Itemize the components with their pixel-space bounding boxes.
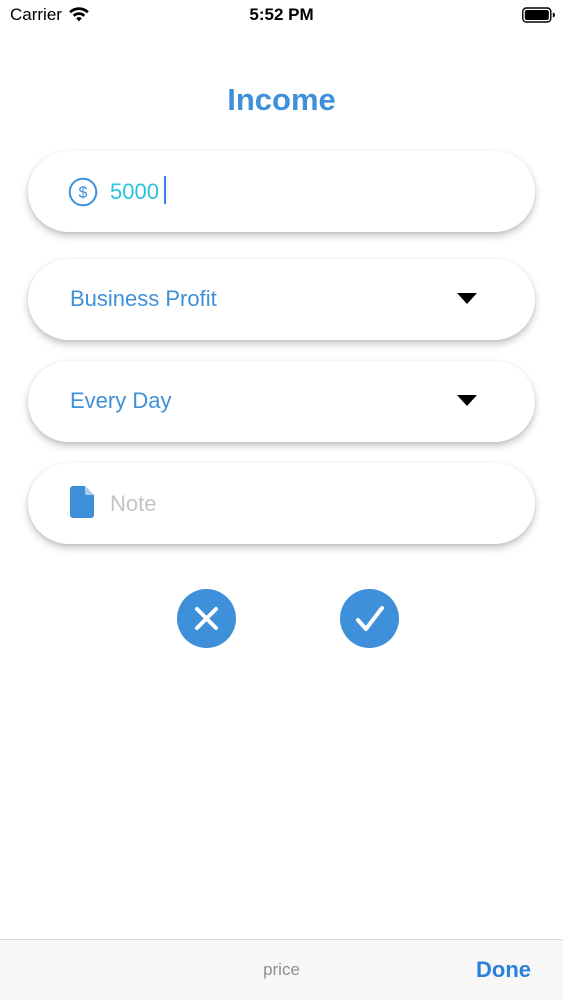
clock: 5:52 PM <box>249 5 314 24</box>
text-cursor <box>164 176 166 204</box>
keyboard-accessory-bar: price Done <box>0 939 563 1000</box>
dropdown-arrow-icon <box>457 395 477 406</box>
document-icon <box>70 486 94 518</box>
page-title: Income <box>227 82 336 117</box>
dropdown-arrow-icon <box>457 293 477 304</box>
note-input[interactable] <box>110 485 490 523</box>
dollar-circle-icon: $ <box>68 177 98 207</box>
status-bar: Carrier 5:52 PM <box>0 0 563 32</box>
svg-text:$: $ <box>79 185 88 202</box>
done-button[interactable]: Done <box>476 957 531 983</box>
confirm-button[interactable] <box>340 589 399 648</box>
repeat-dropdown[interactable]: Every Day <box>28 361 535 442</box>
note-field[interactable] <box>28 463 535 544</box>
category-selected-value: Business Profit <box>70 286 217 311</box>
cancel-button[interactable] <box>177 589 236 648</box>
checkmark-icon <box>356 606 384 631</box>
battery-icon <box>522 7 555 23</box>
repeat-selected-value: Every Day <box>70 388 172 413</box>
category-dropdown[interactable]: Business Profit <box>28 259 535 340</box>
close-icon <box>195 607 218 630</box>
amount-field[interactable]: $ <box>28 151 535 232</box>
